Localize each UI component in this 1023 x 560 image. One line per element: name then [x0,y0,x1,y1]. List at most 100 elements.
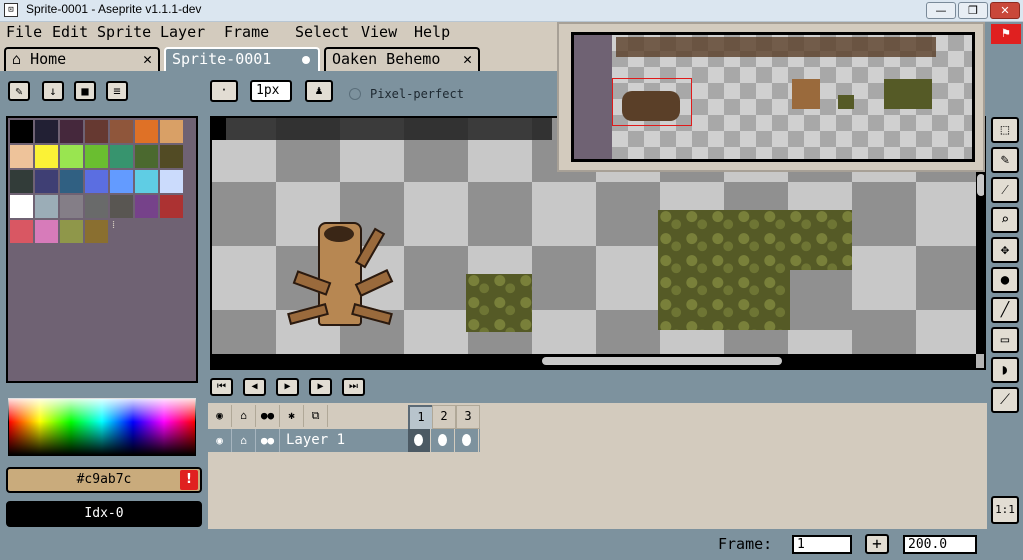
contour-tool-icon[interactable]: ⟋ [991,387,1019,413]
rectangle-tool-icon[interactable]: ▭ [991,327,1019,353]
vertical-scroll-thumb[interactable] [977,174,984,196]
palette-sort-button[interactable]: ↓ [42,81,64,101]
layer-name[interactable]: Layer 1 [286,429,345,452]
palette-swatch[interactable] [135,120,158,143]
add-frame-button[interactable]: + [865,534,889,554]
next-frame-button[interactable]: ▶ [309,378,332,396]
brush-size-input[interactable]: 1px [250,80,292,102]
preview-viewport-rect[interactable] [612,78,692,126]
layer-lock-icon[interactable]: ⌂ [232,429,256,452]
palette-swatch[interactable] [85,170,108,193]
menu-sprite[interactable]: Sprite [97,22,151,43]
palette-swatch[interactable] [135,195,158,218]
palette-swatch[interactable] [85,145,108,168]
settings-gear-icon[interactable]: ✱ [280,405,304,427]
palette-edit-button[interactable]: ✎ [8,81,30,101]
eyedropper-tool-icon[interactable]: ⁄ [991,177,1019,203]
menu-select[interactable]: Select [295,22,349,43]
first-frame-button[interactable]: ⏮ [210,378,233,396]
horizontal-scrollbar[interactable] [212,354,976,368]
cel-frame-3[interactable] [456,429,479,452]
tab-oaken[interactable]: Oaken Behemo ✕ [324,47,480,71]
pencil-tool-icon[interactable]: ✎ [991,147,1019,173]
palette-swatch[interactable] [60,170,83,193]
palette-swatch[interactable] [35,195,58,218]
background-color-button[interactable]: Idx-0 [6,501,202,527]
pixel-perfect-checkbox[interactable] [349,88,361,100]
menu-file[interactable]: File [6,22,42,43]
menu-help[interactable]: Help [414,22,450,43]
close-icon[interactable]: ✕ [990,2,1020,19]
menu-view[interactable]: View [361,22,397,43]
menu-frame[interactable]: Frame [224,22,269,43]
palette-swatch[interactable] [10,170,33,193]
frame-header-3[interactable]: 3 [456,405,480,429]
warning-icon[interactable]: ! [180,470,198,490]
palette-swatch[interactable] [110,145,133,168]
zoom-ratio-button[interactable]: 1:1 [991,496,1019,524]
palette-swatch[interactable] [160,170,183,193]
blur-tool-icon[interactable]: ◗ [991,357,1019,383]
close-tab-icon[interactable]: ✕ [143,49,152,69]
palette-swatch[interactable] [110,120,133,143]
palette-presets-button[interactable]: ■ [74,81,96,101]
palette-swatch[interactable] [135,145,158,168]
menu-layer[interactable]: Layer [160,22,205,43]
palette-swatch[interactable] [160,195,183,218]
palette-swatch[interactable] [110,170,133,193]
palette-swatch[interactable] [35,220,58,243]
palette-resize-handle[interactable]: ⁞ [112,218,115,231]
palette-swatch[interactable] [135,170,158,193]
palette-swatch[interactable] [60,220,83,243]
palette-swatch[interactable] [60,195,83,218]
last-frame-button[interactable]: ⏭ [342,378,365,396]
onion-skin-icon[interactable]: ●● [256,405,280,427]
palette-swatch[interactable] [10,220,33,243]
palette-swatch[interactable] [35,170,58,193]
palette-swatch[interactable] [10,120,33,143]
move-tool-icon[interactable]: ✥ [991,237,1019,263]
palette-swatch[interactable] [110,195,133,218]
palette-swatch[interactable] [10,145,33,168]
zoom-tool-icon[interactable]: ⌕ [991,207,1019,233]
close-tab-icon[interactable]: ✕ [463,49,472,69]
cel-frame-2[interactable] [432,429,455,452]
frame-header-1[interactable]: 1 [408,405,434,431]
visibility-eye-icon[interactable]: ◉ [208,405,232,427]
palette-swatch[interactable] [85,220,108,243]
maximize-icon[interactable]: ❐ [958,2,988,19]
tab-sprite[interactable]: Sprite-0001 [164,47,320,71]
lock-icon[interactable]: ⌂ [232,405,256,427]
palette-swatch[interactable] [35,120,58,143]
cel-frame-1[interactable] [408,429,431,452]
palette-options-button[interactable]: ≡ [106,81,128,101]
palette-swatch[interactable] [85,195,108,218]
previous-frame-button[interactable]: ◀ [243,378,266,396]
layer-visibility-icon[interactable]: ◉ [208,429,232,452]
zoom-input[interactable]: 200.0 [903,535,977,554]
tab-home[interactable]: ⌂ Home ✕ [4,47,160,71]
palette-swatch[interactable] [60,145,83,168]
line-tool-icon[interactable]: ╱ [991,297,1019,323]
palette-swatch[interactable] [160,145,183,168]
palette-swatch[interactable] [35,145,58,168]
menu-edit[interactable]: Edit [52,22,88,43]
frame-input[interactable]: 1 [792,535,852,554]
notification-flag-icon[interactable]: ⚑ [991,24,1021,44]
frame-header-2[interactable]: 2 [432,405,456,429]
minimize-icon[interactable]: — [926,2,956,19]
fill-tool-icon[interactable]: ● [991,267,1019,293]
marquee-tool-icon[interactable]: ⬚ [991,117,1019,143]
sprite-preview[interactable] [557,22,985,172]
layers-icon[interactable]: ⧉ [304,405,328,427]
ink-type-button[interactable]: ♟ [305,80,333,102]
play-button[interactable]: ▶ [276,378,299,396]
palette-swatch[interactable] [85,120,108,143]
palette-swatch[interactable] [60,120,83,143]
brush-type-button[interactable]: · [210,80,238,102]
palette-swatch[interactable] [10,195,33,218]
foreground-color-button[interactable]: #c9ab7c [6,467,202,493]
horizontal-scroll-thumb[interactable] [542,357,782,365]
palette-swatch[interactable] [160,120,183,143]
layer-continuous-icon[interactable]: ●● [256,429,280,452]
